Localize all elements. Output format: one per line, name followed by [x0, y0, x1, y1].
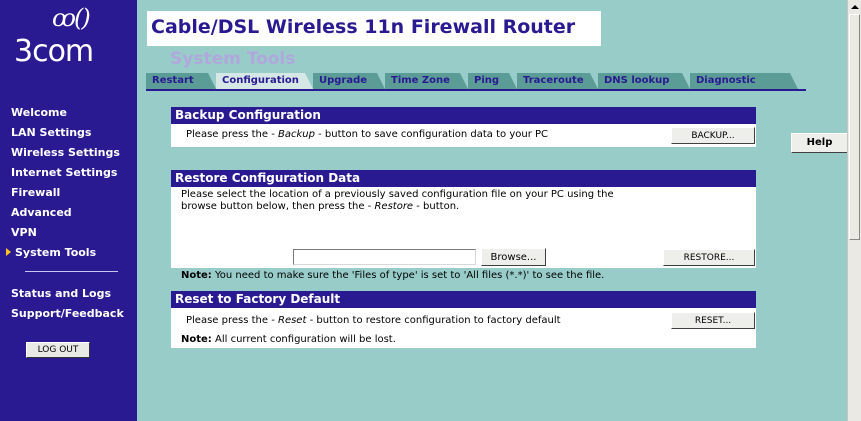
sidebar-item-label: Status and Logs [11, 287, 112, 300]
sidebar-item-label: Support/Feedback [11, 307, 124, 320]
brand-logo: ꝏ() 3com [14, 4, 124, 74]
sidebar-item-vpn[interactable]: VPN [0, 223, 137, 243]
tab-dns-lookup[interactable]: DNS lookup [598, 73, 690, 89]
reset-section-title: Reset to Factory Default [171, 291, 756, 308]
sidebar-item-label: Firewall [11, 186, 61, 199]
sidebar-item-internet-settings[interactable]: Internet Settings [0, 163, 137, 183]
page-title: System Tools [170, 49, 296, 69]
backup-section-title: Backup Configuration [171, 107, 756, 124]
sidebar-item-label: LAN Settings [11, 126, 92, 139]
tab-configuration[interactable]: Configuration [216, 73, 313, 89]
tab-bar: Restart Configuration Upgrade Time Zone … [146, 73, 806, 89]
scroll-up-arrow-icon[interactable] [848, 0, 861, 14]
restore-instructions-line2: browse button below, then press the - Re… [181, 201, 460, 212]
help-button[interactable]: Help [791, 133, 848, 153]
brand-name: 3com [14, 34, 94, 69]
sidebar-item-label: Wireless Settings [11, 146, 120, 159]
backup-section: Please press the - Backup - button to sa… [171, 124, 756, 147]
sidebar-item-lan-settings[interactable]: LAN Settings [0, 123, 137, 143]
sidebar-item-label: Internet Settings [11, 166, 118, 179]
restore-section: Please select the location of a previous… [171, 187, 756, 281]
sidebar-item-status-and-logs[interactable]: Status and Logs [0, 284, 137, 304]
tab-traceroute[interactable]: Traceroute [517, 73, 598, 89]
logout-button[interactable]: LOG OUT [26, 342, 90, 358]
reset-section: Please press the - Reset - button to res… [171, 308, 756, 348]
vertical-scrollbar[interactable] [847, 0, 861, 421]
reset-button[interactable]: RESET... [671, 312, 755, 329]
sidebar-nav-secondary: Status and Logs Support/Feedback [0, 284, 137, 324]
sidebar-item-advanced[interactable]: Advanced [0, 203, 137, 223]
product-title: Cable/DSL Wireless 11n Firewall Router [151, 16, 576, 38]
tab-bar-underline [146, 89, 806, 91]
sidebar-nav: Welcome LAN Settings Wireless Settings I… [0, 103, 137, 263]
restore-instructions-line1: Please select the location of a previous… [181, 189, 614, 200]
sidebar-item-label: System Tools [15, 246, 97, 259]
sidebar-item-welcome[interactable]: Welcome [0, 103, 137, 123]
restore-button[interactable]: RESTORE... [663, 249, 755, 266]
config-file-input[interactable] [293, 249, 476, 265]
sidebar-item-label: VPN [11, 226, 37, 239]
sidebar-item-label: Welcome [11, 106, 67, 119]
tab-time-zone[interactable]: Time Zone [385, 73, 468, 89]
active-arrow-icon [6, 248, 11, 256]
sidebar-divider [25, 271, 118, 272]
reset-instructions: Please press the - Reset - button to res… [186, 315, 561, 326]
scroll-thumb[interactable] [849, 14, 860, 240]
sidebar-item-support-feedback[interactable]: Support/Feedback [0, 304, 137, 324]
backup-button[interactable]: BACKUP... [671, 127, 755, 144]
sidebar-item-wireless-settings[interactable]: Wireless Settings [0, 143, 137, 163]
tab-ping[interactable]: Ping [468, 73, 517, 89]
sidebar-item-label: Advanced [11, 206, 72, 219]
restore-note: Note: You need to make sure the 'Files o… [181, 270, 605, 281]
backup-instructions: Please press the - Backup - button to sa… [186, 129, 549, 140]
header: Cable/DSL Wireless 11n Firewall Router [147, 11, 601, 46]
brand-mark: ꝏ() [52, 4, 91, 32]
browse-button[interactable]: Browse... [481, 248, 546, 266]
tab-upgrade[interactable]: Upgrade [313, 73, 385, 89]
tab-diagnostic[interactable]: Diagnostic [690, 73, 798, 89]
reset-note: Note: All current configuration will be … [181, 334, 396, 345]
restore-section-title: Restore Configuration Data [171, 170, 756, 187]
sidebar-item-system-tools[interactable]: System Tools [0, 243, 137, 263]
tab-restart[interactable]: Restart [146, 73, 216, 89]
sidebar: ꝏ() 3com Welcome LAN Settings Wireless S… [0, 0, 137, 421]
sidebar-item-firewall[interactable]: Firewall [0, 183, 137, 203]
